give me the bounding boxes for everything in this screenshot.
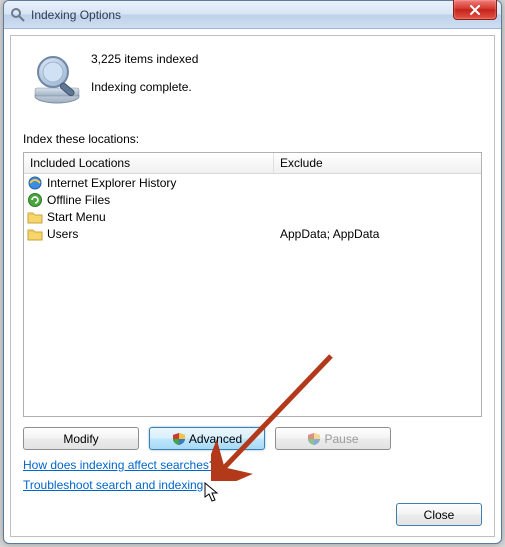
close-button[interactable]: Close xyxy=(396,503,482,526)
location-name: Users xyxy=(47,227,78,241)
pause-label: Pause xyxy=(324,432,358,446)
folder-icon xyxy=(27,209,43,225)
app-icon xyxy=(10,7,26,23)
list-header: Included Locations Exclude xyxy=(24,153,481,174)
list-item[interactable]: Internet Explorer History xyxy=(24,174,481,191)
list-item[interactable]: Offline Files xyxy=(24,191,481,208)
status-area: 3,225 items indexed Indexing complete. xyxy=(23,48,482,108)
list-item[interactable]: Users AppData; AppData xyxy=(24,225,481,242)
modify-button[interactable]: Modify xyxy=(23,427,139,450)
indexing-state-label: Indexing complete. xyxy=(91,80,198,94)
client-area: 3,225 items indexed Indexing complete. I… xyxy=(10,35,495,537)
ie-icon xyxy=(27,175,43,191)
exclude-value: AppData; AppData xyxy=(274,227,481,241)
folder-icon xyxy=(27,226,43,242)
items-indexed-label: 3,225 items indexed xyxy=(91,52,198,66)
troubleshoot-link[interactable]: Troubleshoot search and indexing xyxy=(23,478,203,492)
close-window-button[interactable] xyxy=(453,0,497,20)
index-locations-label: Index these locations: xyxy=(23,132,482,146)
header-exclude[interactable]: Exclude xyxy=(274,153,481,173)
uac-shield-icon xyxy=(172,432,186,446)
help-link[interactable]: How does indexing affect searches? xyxy=(23,458,216,472)
advanced-button[interactable]: Advanced xyxy=(149,427,265,450)
magnifier-drive-icon xyxy=(29,50,85,106)
advanced-label: Advanced xyxy=(189,432,242,446)
list-item[interactable]: Start Menu xyxy=(24,208,481,225)
location-name: Offline Files xyxy=(47,193,110,207)
titlebar[interactable]: Indexing Options xyxy=(4,1,501,29)
header-included[interactable]: Included Locations xyxy=(24,153,274,173)
window-title: Indexing Options xyxy=(31,8,121,22)
close-icon xyxy=(469,5,481,15)
indexing-options-dialog: Indexing Options xyxy=(3,0,502,544)
location-name: Start Menu xyxy=(47,210,106,224)
sync-icon xyxy=(27,192,43,208)
button-row: Modify Advanced Pause xyxy=(23,427,482,450)
location-name: Internet Explorer History xyxy=(47,176,176,190)
uac-shield-icon xyxy=(307,432,321,446)
help-links: How does indexing affect searches? Troub… xyxy=(23,458,482,492)
pause-button: Pause xyxy=(275,427,391,450)
locations-list[interactable]: Included Locations Exclude Internet Expl… xyxy=(23,152,482,417)
